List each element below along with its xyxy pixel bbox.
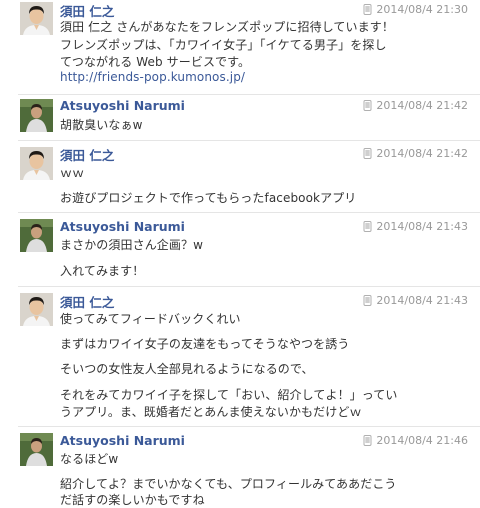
person-green-background-icon bbox=[20, 99, 53, 132]
person-white-shirt-icon bbox=[20, 293, 53, 326]
avatar[interactable] bbox=[20, 2, 53, 35]
avatar[interactable] bbox=[20, 293, 53, 326]
sender-name[interactable]: 須田 仁之 bbox=[60, 145, 114, 164]
sender-name[interactable]: 須田 仁之 bbox=[60, 292, 114, 311]
timestamp: 2014/08/4 21:43 bbox=[376, 294, 468, 307]
message-meta: 2014/08/4 21:42 bbox=[363, 147, 468, 160]
message-meta: 2014/08/4 21:30 bbox=[363, 3, 468, 16]
person-white-shirt-icon bbox=[20, 2, 53, 35]
message-text: お遊びプロジェクトで作ってもらったfacebookアプリ bbox=[60, 191, 357, 205]
person-green-background-icon bbox=[20, 433, 53, 466]
mobile-phone-icon bbox=[363, 100, 372, 111]
message-text: まずはカワイイ女子の友達をもってそうなやつを誘う bbox=[60, 337, 350, 351]
person-green-background-icon bbox=[20, 219, 53, 252]
mobile-phone-icon bbox=[363, 221, 372, 232]
message-meta: 2014/08/4 21:43 bbox=[363, 294, 468, 307]
message-text: そいつの女性友人全部見れるようになるので、 bbox=[60, 362, 314, 376]
avatar[interactable] bbox=[20, 433, 53, 466]
message-item: 須田 仁之 2014/08/4 21:30 須田 仁之 さんがあなたをフレンズポ… bbox=[18, 0, 480, 94]
message-meta: 2014/08/4 21:46 bbox=[363, 434, 468, 447]
message-text: 入れてみます！ bbox=[60, 264, 145, 278]
message-text: 紹介してよ？までいかなくても、プロフィールみてああだこう bbox=[60, 477, 397, 491]
mobile-phone-icon bbox=[363, 435, 372, 446]
message-item: Atsuyoshi Narumi 2014/08/4 21:42 胡散臭いなぁw bbox=[18, 94, 480, 140]
sender-name[interactable]: Atsuyoshi Narumi bbox=[60, 433, 185, 448]
sender-name[interactable]: Atsuyoshi Narumi bbox=[60, 219, 185, 234]
mobile-phone-icon bbox=[363, 148, 372, 159]
timestamp: 2014/08/4 21:42 bbox=[376, 99, 468, 112]
message-text: 胡散臭いなぁw bbox=[60, 118, 143, 132]
timestamp: 2014/08/4 21:43 bbox=[376, 220, 468, 233]
message-text: まさかの須田さん企画？w bbox=[60, 238, 204, 252]
message-text: だ話すの楽しいかもですね bbox=[60, 493, 205, 507]
mobile-phone-icon bbox=[363, 4, 372, 15]
message-meta: 2014/08/4 21:43 bbox=[363, 220, 468, 233]
sender-name[interactable]: Atsuyoshi Narumi bbox=[60, 98, 185, 113]
message-text: うアプリ。ま、既婚者だとあんま使えないかもだけどｗ bbox=[60, 405, 362, 419]
message-item: Atsuyoshi Narumi 2014/08/4 21:46 なるほどw 紹… bbox=[18, 426, 480, 508]
message-text: フレンズポップは、「カワイイ女子」「イケてる男子」を探し bbox=[60, 38, 387, 52]
message-meta: 2014/08/4 21:42 bbox=[363, 99, 468, 112]
message-text: ｗｗ bbox=[60, 166, 85, 180]
message-thread: 須田 仁之 2014/08/4 21:30 須田 仁之 さんがあなたをフレンズポ… bbox=[0, 0, 480, 508]
message-text: それをみてカワイイ子を探して「おい、紹介してよ！」ってい bbox=[60, 388, 398, 402]
avatar[interactable] bbox=[20, 219, 53, 252]
message-link[interactable]: http://friends-pop.kumonos.jp/ bbox=[60, 70, 245, 84]
message-item: 須田 仁之 2014/08/4 21:43 使ってみてフィードバックくれい まず… bbox=[18, 286, 480, 426]
person-white-shirt-icon bbox=[20, 147, 53, 180]
message-text: 使ってみてフィードバックくれい bbox=[60, 312, 241, 326]
avatar[interactable] bbox=[20, 147, 53, 180]
avatar[interactable] bbox=[20, 99, 53, 132]
mobile-phone-icon bbox=[363, 295, 372, 306]
message-item: Atsuyoshi Narumi 2014/08/4 21:43 まさかの須田さ… bbox=[18, 212, 480, 286]
message-item: 須田 仁之 2014/08/4 21:42 ｗｗ お遊びプロジェクトで作ってもら… bbox=[18, 140, 480, 212]
timestamp: 2014/08/4 21:42 bbox=[376, 147, 468, 160]
message-text: てつながれる Web サービスです。 bbox=[60, 55, 251, 69]
message-text: なるほどw bbox=[60, 452, 119, 466]
timestamp: 2014/08/4 21:46 bbox=[376, 434, 468, 447]
message-text: 須田 仁之 さんがあなたをフレンズポップに招待しています！ bbox=[60, 20, 394, 34]
timestamp: 2014/08/4 21:30 bbox=[376, 3, 468, 16]
